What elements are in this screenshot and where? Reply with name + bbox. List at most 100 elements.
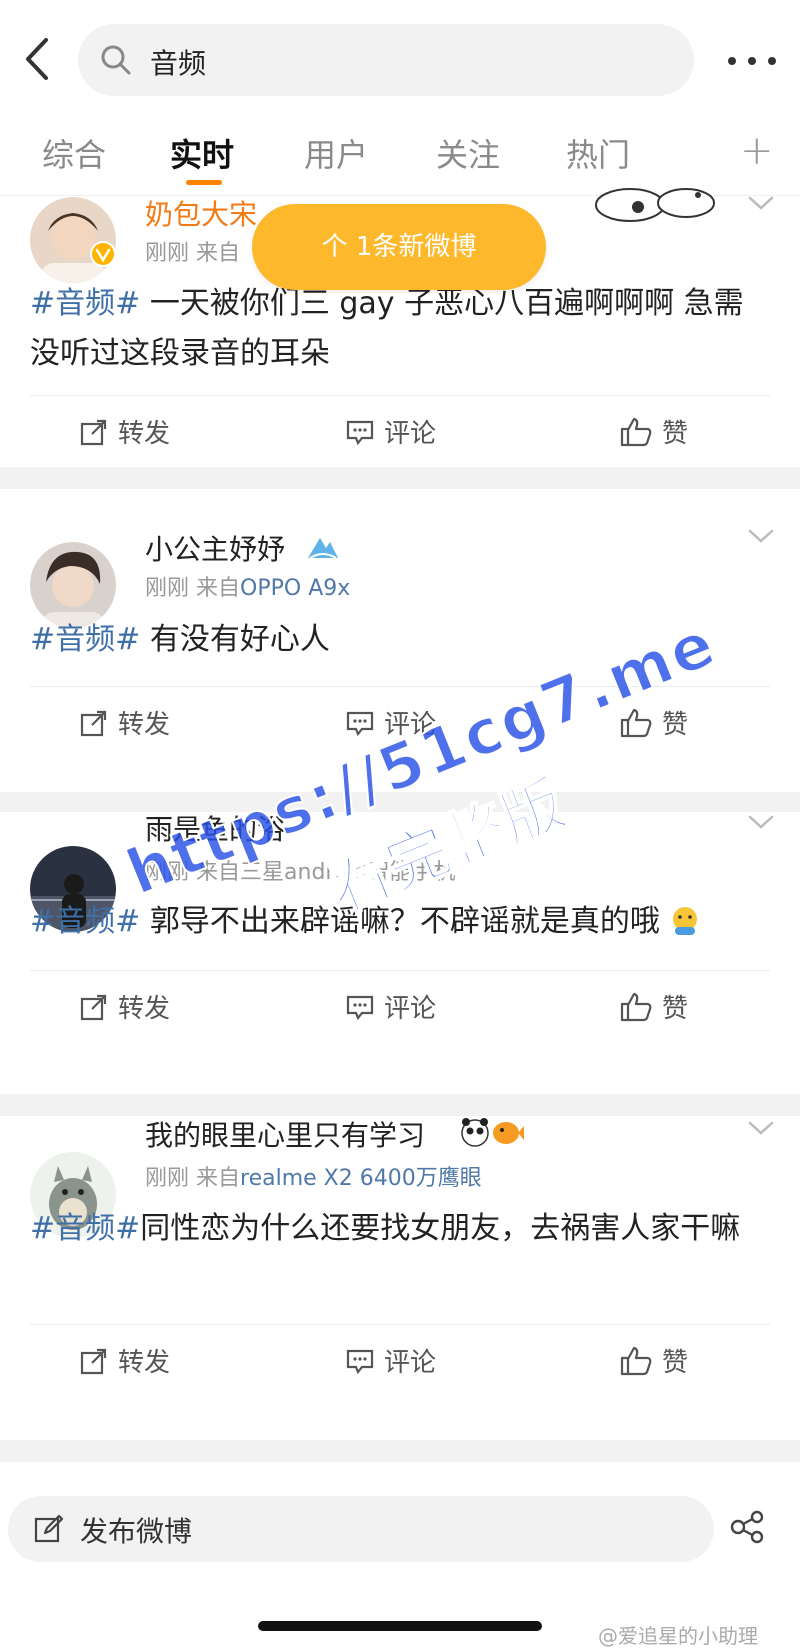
verified-badge-icon: [90, 241, 116, 267]
topic-tag[interactable]: #音频#: [30, 622, 140, 657]
thumbs-up-icon: [620, 992, 652, 1021]
post-username[interactable]: 雨是鱼的浴: [145, 808, 285, 848]
topic-tag[interactable]: #音频#: [30, 904, 140, 939]
membership-badge-icon: [308, 538, 338, 559]
divider: [30, 1324, 770, 1325]
post-username[interactable]: 奶包大宋: [145, 193, 257, 233]
post-text: 有没有好心人: [140, 622, 330, 657]
chevron-down-icon[interactable]: [746, 193, 776, 213]
comment-icon: [346, 711, 374, 736]
post-actions: 转发 评论 赞: [0, 1326, 800, 1396]
divider: [30, 686, 770, 687]
post-username[interactable]: 小公主妤妤: [145, 528, 285, 568]
tab-realtime[interactable]: 实时: [170, 130, 234, 176]
post-username[interactable]: 我的眼里心里只有学习: [145, 1114, 425, 1154]
like-button[interactable]: 赞: [620, 1342, 688, 1379]
post-content: #音频# 有没有好心人: [30, 615, 770, 665]
topic-tag[interactable]: #音频#: [30, 1211, 140, 1246]
thumbs-up-icon: [620, 708, 652, 737]
comment-button[interactable]: 评论: [346, 988, 436, 1025]
repost-button[interactable]: 转发: [80, 413, 170, 450]
home-indicator[interactable]: [258, 1621, 542, 1631]
chevron-down-icon[interactable]: [746, 812, 776, 832]
share-button[interactable]: [730, 1510, 766, 1548]
post-card[interactable]: 小公主妤妤 刚刚 来自OPPO A9x #音频# 有没有好心人 转发 评论 赞: [0, 508, 800, 814]
post-actions: 转发 评论 赞: [0, 972, 800, 1042]
post-meta: 刚刚 来自三星android智能手机: [145, 854, 456, 886]
post-from: 来自: [196, 860, 241, 885]
like-label: 赞: [662, 1348, 689, 1378]
post-source[interactable]: realme X2 6400万鹰眼: [240, 1166, 482, 1191]
post-from: 来自: [196, 241, 241, 266]
active-tab-indicator: [186, 180, 222, 185]
avatar[interactable]: [30, 197, 116, 283]
repost-button[interactable]: 转发: [80, 704, 170, 741]
post-meta: 刚刚 来自OPPO A9x: [145, 570, 350, 602]
post-time: 刚刚: [145, 1166, 190, 1191]
post-time: 刚刚: [145, 241, 190, 266]
search-bar[interactable]: 音频: [78, 24, 694, 96]
like-button[interactable]: 赞: [620, 988, 688, 1025]
header: 音频: [0, 0, 800, 120]
like-label: 赞: [662, 419, 689, 449]
comment-label: 评论: [384, 419, 437, 449]
search-icon: [100, 44, 132, 80]
panda-fish-emoji-icon: [461, 1118, 524, 1147]
comment-button[interactable]: 评论: [346, 1342, 436, 1379]
tab-comprehensive[interactable]: 综合: [42, 130, 106, 176]
thumbs-up-icon: [620, 1346, 652, 1375]
repost-label: 转发: [118, 710, 171, 740]
post-card[interactable]: 雨是鱼的浴 刚刚 来自三星android智能手机 #音频# 郭导不出来辟谣嘛？不…: [0, 812, 800, 1116]
repost-button[interactable]: 转发: [80, 988, 170, 1025]
chevron-left-icon: [26, 38, 48, 80]
post-text: 郭导不出来辟谣嘛？不辟谣就是真的哦: [140, 904, 660, 939]
post-separator: [0, 1094, 800, 1116]
add-tab-button[interactable]: +: [740, 128, 774, 174]
repost-icon: [80, 1348, 107, 1374]
divider: [30, 970, 770, 971]
tab-hot[interactable]: 热门: [566, 130, 630, 176]
sticker-dog-icon: [595, 188, 715, 222]
like-label: 赞: [662, 710, 689, 740]
post-source[interactable]: OPPO A9x: [240, 576, 350, 601]
post-content: #音频#同性恋为什么还要找女朋友，去祸害人家干嘛: [30, 1204, 770, 1254]
comment-label: 评论: [384, 994, 437, 1024]
more-options-button[interactable]: [722, 46, 782, 76]
comment-button[interactable]: 评论: [346, 704, 436, 741]
post-separator: [0, 467, 800, 489]
compose-button[interactable]: 发布微博: [8, 1496, 714, 1562]
post-content: #音频# 一天被你们三 gay 子恶心八百遍啊啊啊 急需没听过这段录音的耳朵: [30, 279, 770, 379]
repost-icon: [80, 994, 107, 1020]
like-button[interactable]: 赞: [620, 704, 688, 741]
comment-label: 评论: [384, 1348, 437, 1378]
repost-label: 转发: [118, 1348, 171, 1378]
post-separator: [0, 792, 800, 814]
post-meta: 刚刚 来自: [145, 235, 240, 267]
topic-tag[interactable]: #音频#: [30, 286, 140, 321]
new-posts-toast[interactable]: 个 1条新微博: [252, 204, 546, 290]
post-from: 来自: [196, 576, 241, 601]
post-text: 同性恋为什么还要找女朋友，去祸害人家干嘛: [140, 1211, 741, 1246]
post-meta: 刚刚 来自realme X2 6400万鹰眼: [145, 1160, 482, 1192]
comment-label: 评论: [384, 710, 437, 740]
search-query: 音频: [150, 47, 207, 80]
post-card[interactable]: 我的眼里心里只有学习 刚刚 来自realme X2 6400万鹰眼 #音频#同性…: [0, 1118, 800, 1462]
post-actions: 转发 评论 赞: [0, 688, 800, 758]
like-button[interactable]: 赞: [620, 413, 688, 450]
chevron-down-icon[interactable]: [746, 526, 776, 546]
post-source[interactable]: 三星android智能手机: [240, 860, 456, 885]
repost-icon: [80, 710, 107, 736]
thumbs-up-icon: [620, 417, 652, 446]
compose-label: 发布微博: [80, 1515, 193, 1548]
repost-button[interactable]: 转发: [80, 1342, 170, 1379]
back-button[interactable]: [22, 36, 62, 86]
tab-following[interactable]: 关注: [436, 130, 500, 176]
share-icon: [730, 1510, 764, 1544]
comment-icon: [346, 420, 374, 445]
comment-button[interactable]: 评论: [346, 413, 436, 450]
post-actions: 转发 评论 赞: [0, 397, 800, 467]
post-content: #音频# 郭导不出来辟谣嘛？不辟谣就是真的哦: [30, 897, 770, 947]
comment-icon: [346, 995, 374, 1020]
tab-users[interactable]: 用户: [304, 130, 368, 176]
chevron-down-icon[interactable]: [746, 1118, 776, 1138]
